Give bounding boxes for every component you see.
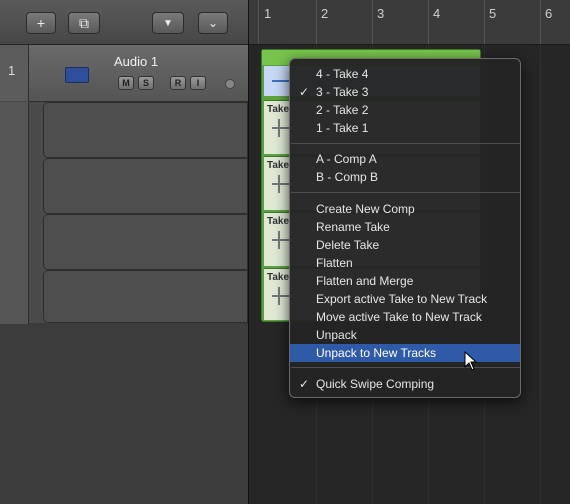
mute-button[interactable]: M	[118, 76, 134, 90]
bar-tick	[484, 0, 485, 44]
track-list-panel: + ⧉ ▼ ⌄ 1 Audio 1 M S R I	[0, 0, 248, 504]
bar-number: 5	[489, 6, 497, 21]
take-label: Take	[267, 272, 290, 283]
track-list-empty-area[interactable]	[0, 324, 248, 504]
record-enable-button[interactable]: R	[170, 76, 186, 90]
menu-item-label: Create New Comp	[316, 202, 415, 216]
take-label: Take	[267, 104, 290, 115]
track-number: 1	[0, 45, 29, 101]
menu-item-comp-a[interactable]: A - Comp A	[290, 150, 520, 168]
take-folder-context-menu: 4 - Take 4 ✓ 3 - Take 3 2 - Take 2 1 - Ta…	[289, 58, 521, 398]
menu-item-create-new-comp[interactable]: Create New Comp	[290, 200, 520, 218]
menu-item-export-active-take[interactable]: Export active Take to New Track	[290, 290, 520, 308]
take-lane-number	[0, 102, 29, 159]
solo-button[interactable]: S	[138, 76, 154, 90]
bar-ruler[interactable]: 1 2 3 4 5 6	[249, 0, 570, 45]
menu-item-label: 4 - Take 4	[316, 67, 369, 81]
menu-item-label: A - Comp A	[316, 152, 377, 166]
take-label: Take	[267, 216, 290, 227]
menu-item-take-1[interactable]: 1 - Take 1	[290, 119, 520, 137]
menu-item-label: Delete Take	[316, 238, 380, 252]
waveform-icon	[272, 175, 290, 193]
take-lane-header[interactable]	[43, 214, 248, 270]
menu-item-unpack-to-new-tracks[interactable]: Unpack to New Tracks	[290, 344, 520, 362]
take-lane-number	[0, 270, 29, 327]
waveform-icon	[65, 67, 89, 83]
track-toolbar: + ⧉ ▼ ⌄	[0, 0, 248, 45]
menu-item-delete-take[interactable]: Delete Take	[290, 236, 520, 254]
take-folder-dot-icon	[225, 79, 235, 89]
track-filter-button[interactable]: ▼	[152, 12, 184, 34]
bar-tick	[540, 0, 541, 44]
bar-number: 1	[264, 6, 272, 21]
bar-tick	[316, 0, 317, 44]
menu-item-move-active-take[interactable]: Move active Take to New Track	[290, 308, 520, 326]
bar-number: 3	[377, 6, 385, 21]
mouse-pointer-icon	[464, 351, 478, 371]
checkmark-icon: ✓	[299, 85, 310, 99]
bar-number: 4	[433, 6, 441, 21]
bar-number: 6	[545, 6, 553, 21]
menu-item-label: Quick Swipe Comping	[316, 377, 435, 391]
menu-item-take-3[interactable]: ✓ 3 - Take 3	[290, 83, 520, 101]
grid-line	[540, 45, 541, 504]
menu-item-label: Export active Take to New Track	[316, 292, 488, 306]
menu-item-comp-b[interactable]: B - Comp B	[290, 168, 520, 186]
menu-item-unpack[interactable]: Unpack	[290, 326, 520, 344]
menu-item-label: 1 - Take 1	[316, 121, 369, 135]
bar-tick	[258, 0, 259, 44]
track-number-label: 1	[8, 63, 16, 78]
menu-item-label: Rename Take	[316, 220, 390, 234]
menu-item-flatten-and-merge[interactable]: Flatten and Merge	[290, 272, 520, 290]
take-lane-header[interactable]	[43, 270, 248, 323]
logic-arrange-window: + ⧉ ▼ ⌄ 1 Audio 1 M S R I 1 2 3 4 5 6 Ta…	[0, 0, 570, 504]
menu-item-label: Unpack	[316, 328, 357, 342]
take-label: Take	[267, 160, 290, 171]
menu-item-quick-swipe-comping[interactable]: ✓ Quick Swipe Comping	[290, 375, 520, 393]
menu-separator	[291, 143, 520, 144]
menu-item-label: Flatten	[316, 256, 353, 270]
menu-item-label: Unpack to New Tracks	[316, 346, 437, 360]
add-track-button[interactable]: +	[26, 12, 56, 34]
bar-tick	[428, 0, 429, 44]
track-header-audio-1[interactable]: 1 Audio 1 M S R I	[0, 45, 248, 327]
menu-item-label: B - Comp B	[316, 170, 379, 184]
take-lane-header[interactable]	[43, 102, 248, 158]
take-lane-number	[0, 158, 29, 215]
take-lane-header[interactable]	[43, 158, 248, 214]
waveform-icon	[272, 119, 290, 137]
track-name[interactable]: Audio 1	[114, 54, 158, 69]
bar-number: 2	[321, 6, 329, 21]
bar-tick	[372, 0, 373, 44]
waveform-icon	[272, 80, 290, 82]
menu-item-take-4[interactable]: 4 - Take 4	[290, 65, 520, 83]
menu-item-label: 2 - Take 2	[316, 103, 369, 117]
checkmark-icon: ✓	[299, 377, 310, 391]
menu-item-take-2[interactable]: 2 - Take 2	[290, 101, 520, 119]
menu-separator	[291, 367, 520, 368]
menu-item-label: Move active Take to New Track	[316, 310, 482, 324]
waveform-icon	[272, 231, 290, 249]
waveform-icon	[272, 287, 290, 305]
menu-item-label: Flatten and Merge	[316, 274, 414, 288]
input-monitor-button[interactable]: I	[190, 76, 206, 90]
collapse-button[interactable]: ⌄	[198, 12, 228, 34]
menu-item-flatten[interactable]: Flatten	[290, 254, 520, 272]
menu-separator	[291, 192, 520, 193]
menu-item-rename-take[interactable]: Rename Take	[290, 218, 520, 236]
track-header-main[interactable]: Audio 1 M S R I	[29, 45, 248, 102]
global-tracks-button[interactable]: ⧉	[68, 12, 100, 34]
menu-item-label: 3 - Take 3	[316, 85, 369, 99]
take-lane-number	[0, 214, 29, 271]
